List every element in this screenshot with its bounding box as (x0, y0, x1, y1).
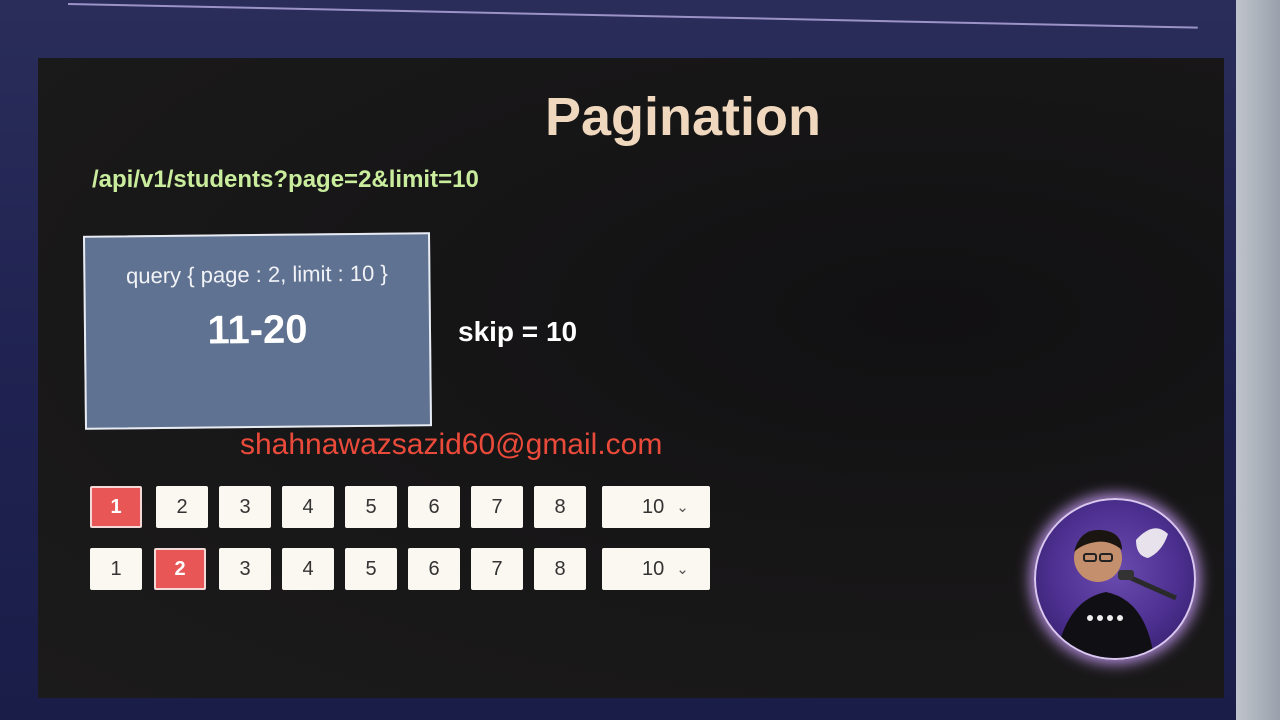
skip-label: skip = 10 (458, 316, 578, 347)
page-button-8[interactable]: 8 (534, 486, 586, 528)
result-range: 11-20 (207, 307, 308, 353)
page-button-8[interactable]: 8 (534, 548, 586, 590)
page-button-1[interactable]: 1 (90, 548, 142, 590)
slide-title: Pagination (544, 87, 821, 147)
limit-select[interactable]: 10 ⌄ (602, 486, 710, 528)
page-button-6[interactable]: 6 (408, 548, 460, 590)
limit-value: 10 (642, 557, 665, 580)
page-button-2[interactable]: 2 (156, 486, 208, 528)
page-button-4[interactable]: 4 (282, 548, 334, 590)
page-button-3[interactable]: 3 (219, 548, 271, 590)
presenter-silhouette-icon (1056, 528, 1178, 658)
page-button-3[interactable]: 3 (219, 486, 271, 528)
page-button-4[interactable]: 4 (282, 486, 334, 528)
screen-bezel-right (1236, 0, 1280, 720)
author-email: shahnawazsazid60@gmail.com (240, 428, 663, 461)
query-text: query { page : 2, limit : 10 } (125, 260, 388, 289)
limit-value: 10 (642, 495, 665, 518)
presenter-avatar (1034, 498, 1196, 660)
chevron-down-icon: ⌄ (676, 499, 689, 516)
query-card: query { page : 2, limit : 10 } 11-20 (82, 232, 433, 430)
page-button-5[interactable]: 5 (345, 486, 397, 528)
page-button-7[interactable]: 7 (471, 548, 523, 590)
top-divider-line (67, 3, 1198, 29)
page-button-6[interactable]: 6 (408, 486, 460, 528)
page-button-7[interactable]: 7 (471, 486, 523, 528)
chevron-down-icon: ⌄ (676, 561, 689, 578)
page-button-2[interactable]: 2 (154, 548, 206, 590)
limit-select[interactable]: 10 ⌄ (602, 548, 710, 590)
page-button-5[interactable]: 5 (345, 548, 397, 590)
slide: Pagination /api/v1/students?page=2&limit… (38, 58, 1224, 698)
page-button-1[interactable]: 1 (90, 486, 142, 528)
api-endpoint: /api/v1/students?page=2&limit=10 (92, 166, 479, 193)
